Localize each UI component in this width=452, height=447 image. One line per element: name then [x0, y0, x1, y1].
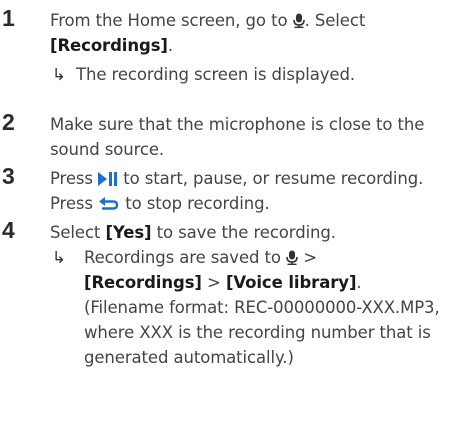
step-text-part: Press: [50, 169, 93, 188]
step-text: Press to start, pause, or resume recordi…: [50, 166, 448, 216]
step-text: From the Home screen, go to . Select [Re…: [50, 8, 448, 58]
step-number: 4: [2, 217, 15, 243]
filename-format-note: (Filename format: REC-00000000-XXX.MP3, …: [84, 298, 440, 367]
path-separator: >: [207, 273, 221, 292]
path-separator: >: [303, 248, 317, 267]
menu-path-recordings: [Recordings]: [84, 273, 202, 292]
result-arrow-icon: ↳: [52, 65, 66, 84]
microphone-icon: [292, 13, 305, 28]
menu-path-voice-library: [Voice library]: [225, 273, 357, 292]
play-pause-icon: [98, 172, 118, 186]
result-text: Recordings are saved to: [84, 248, 281, 267]
step-text: Select [Yes] to save the recording.: [50, 220, 448, 245]
instruction-page: { "steps": [ { "number": "1", "text_befo…: [0, 0, 452, 447]
option-yes: [Yes]: [105, 223, 152, 242]
result-text-block: Recordings are saved to > [Recordings] >…: [84, 245, 448, 370]
step-number: 3: [2, 163, 15, 189]
step-text-part: .: [356, 273, 362, 292]
step-text-part: to save the recording.: [156, 223, 336, 242]
microphone-icon: [286, 250, 298, 265]
step-text-part: to stop recording.: [125, 194, 270, 213]
step-number: 2: [2, 109, 15, 135]
step-result: ↳ The recording screen is displayed.: [52, 62, 448, 87]
menu-path-recordings: [Recordings]: [50, 36, 168, 55]
step-text-part: Select: [50, 223, 101, 242]
step-text-part: .: [167, 36, 174, 55]
step-text-part: . Select: [304, 11, 366, 30]
result-arrow-icon: ↳: [52, 248, 66, 267]
back-icon: [99, 197, 119, 210]
step-text-part: From the Home screen, go to: [50, 11, 288, 30]
step-number: 1: [2, 5, 15, 31]
step-text: Make sure that the microphone is close t…: [50, 115, 425, 159]
result-text: The recording screen is displayed.: [76, 65, 355, 84]
